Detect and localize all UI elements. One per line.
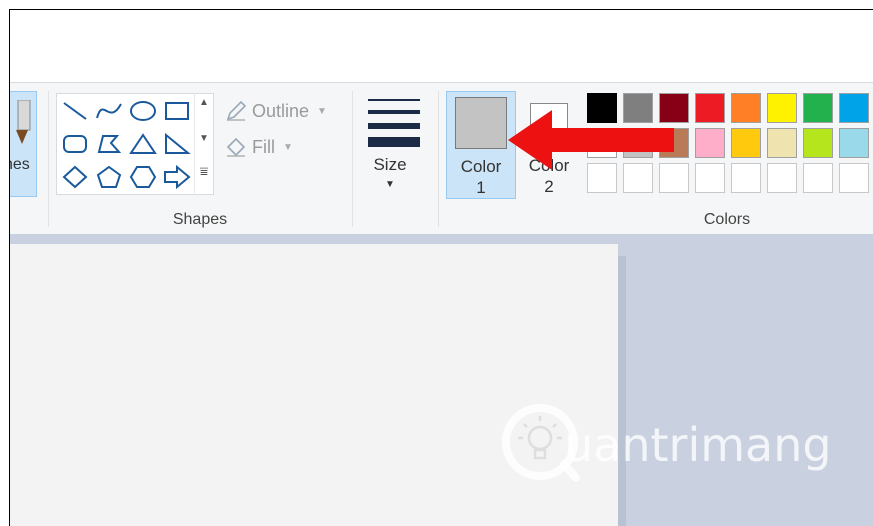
fill-label: Fill (252, 136, 275, 157)
right-triangle-shape-icon[interactable] (161, 129, 193, 159)
paint-window: hes (9, 9, 873, 526)
pentagon-shape-icon[interactable] (93, 162, 125, 192)
size-line-thick (368, 123, 420, 129)
colors-group-label: Colors (703, 211, 751, 228)
chevron-down-icon: ▼ (385, 179, 395, 190)
brush-icon (16, 100, 31, 144)
palette-swatch[interactable] (695, 128, 725, 158)
color1-button[interactable]: Color 1 (446, 91, 516, 199)
diamond-shape-icon[interactable] (59, 162, 91, 192)
palette-swatch[interactable] (803, 93, 833, 123)
scroll-up-icon[interactable]: ▲ (195, 97, 213, 108)
palette-swatch[interactable] (731, 93, 761, 123)
quantrimang-watermark: uantrimang (500, 398, 870, 488)
brushes-button[interactable]: hes (10, 91, 37, 197)
oval-shape-icon[interactable] (127, 96, 159, 126)
ribbon: hes (10, 82, 873, 235)
red-arrow-annotation (508, 110, 674, 170)
color1-label: Color 1 (460, 157, 502, 197)
line-shape-icon[interactable] (59, 96, 91, 126)
group-separator (352, 91, 353, 227)
palette-swatch[interactable] (767, 93, 797, 123)
palette-swatch[interactable] (695, 163, 725, 193)
right-arrow-shape-icon[interactable] (161, 162, 193, 192)
expand-gallery-icon[interactable]: ⩸ (195, 163, 213, 180)
group-separator (48, 91, 49, 227)
brushes-label: hes (10, 156, 30, 173)
title-bar (10, 10, 873, 82)
palette-swatch[interactable] (695, 93, 725, 123)
shapes-gallery (56, 93, 214, 195)
palette-swatch[interactable] (839, 93, 869, 123)
chevron-down-icon: ▼ (283, 141, 293, 153)
triangle-shape-icon[interactable] (127, 129, 159, 159)
outline-button[interactable]: Outline ▼ (224, 99, 327, 123)
shapes-group-label: Shapes (172, 211, 228, 228)
palette-swatch[interactable] (839, 128, 869, 158)
paint-bucket-icon (226, 137, 246, 157)
rectangle-shape-icon[interactable] (161, 96, 193, 126)
size-button[interactable]: Size ▼ (358, 95, 422, 199)
scroll-down-icon[interactable]: ▼ (195, 133, 213, 144)
size-line-thin (368, 99, 420, 101)
shapes-gallery-scrollbar: ▲ ▼ ⩸ (194, 93, 213, 193)
palette-swatch[interactable] (767, 128, 797, 158)
pencil-outline-icon (226, 100, 247, 121)
size-label: Size (373, 155, 407, 174)
rounded-rectangle-shape-icon[interactable] (59, 129, 91, 159)
hexagon-shape-icon[interactable] (127, 162, 159, 192)
color1-swatch (455, 97, 507, 149)
outline-label: Outline (252, 100, 310, 121)
size-line-thickest (368, 137, 420, 147)
watermark-text: uantrimang (564, 418, 832, 472)
palette-swatch[interactable] (803, 128, 833, 158)
palette-swatch[interactable] (731, 128, 761, 158)
curve-shape-icon[interactable] (93, 96, 125, 126)
size-line-medium (368, 110, 420, 114)
chevron-down-icon: ▼ (317, 105, 327, 117)
palette-swatch[interactable] (731, 163, 761, 193)
polygon-shape-icon[interactable] (93, 129, 125, 159)
palette-swatch[interactable] (803, 163, 833, 193)
group-separator (438, 91, 439, 227)
palette-swatch[interactable] (839, 163, 869, 193)
palette-swatch[interactable] (767, 163, 797, 193)
fill-button[interactable]: Fill ▼ (224, 135, 293, 159)
